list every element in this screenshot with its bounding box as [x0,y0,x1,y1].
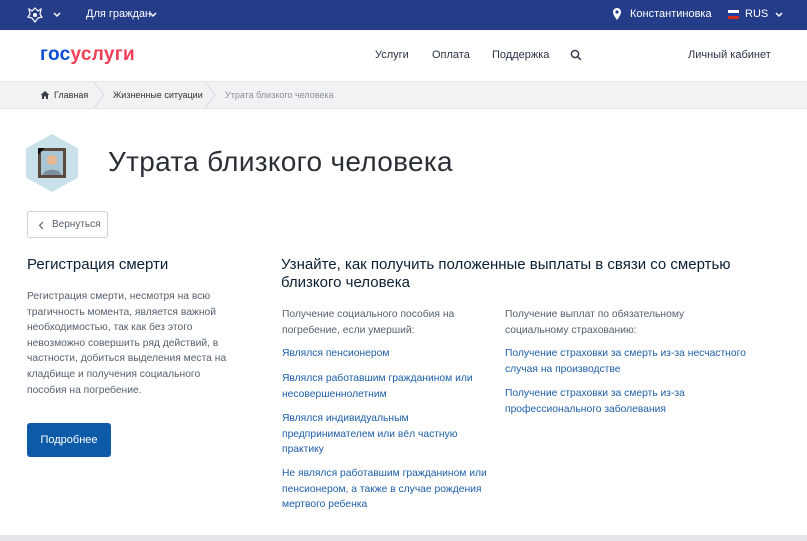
gosuslugi-logo[interactable]: госуслуги [40,44,135,66]
intro-line: погребение, если умерший: [282,324,415,336]
link-line: Являлся работавшим гражданином или [282,373,473,384]
breadcrumb-life-situations[interactable]: Жизненные ситуации [113,90,203,100]
link-line: профессионального заболевания [505,403,666,415]
chevron-down-icon[interactable] [52,10,62,20]
back-button-label: Вернуться [52,219,101,230]
link-line: Получение страховки за смерть из-за несч… [505,348,746,359]
breadcrumb-home[interactable]: Главная [54,90,88,100]
top-bar: Для граждан Константиновка RUS [0,0,807,30]
breadcrumb-separator [93,82,105,108]
intro-line: Получение социального пособия на [282,309,455,320]
link-line: случая на производстве [505,363,621,375]
link-line: Являлся пенсионером [282,348,390,359]
link-line: Не являлся работавшим гражданином или [282,468,487,479]
link-line: Являлся индивидуальным [282,413,409,424]
social-insurance-intro: Получение выплат по обязательному социал… [505,307,684,338]
link-line: мертвого ребенка [282,499,368,510]
link-occupational-disease-insurance[interactable]: Получение страховки за смерть из-за проф… [505,386,685,417]
link-non-working-stillborn[interactable]: Не являлся работавшим гражданином или пе… [282,466,487,513]
breadcrumb-separator [204,82,216,108]
nav-services[interactable]: Услуги [375,49,409,61]
death-registration-description: Регистрация смерти, несмотря на всю траг… [27,289,237,398]
link-line: пенсионером, а также в случае рождения [282,483,482,495]
location-pin-icon [613,8,621,20]
footer-strip [0,535,807,541]
payments-section-title: Узнайте, как получить положенные выплаты… [281,256,761,292]
nav-support[interactable]: Поддержка [492,49,549,61]
personal-cabinet-link[interactable]: Личный кабинет [688,49,771,61]
intro-line: социальному страхованию: [505,324,637,336]
title-line: близкого человека [281,274,410,291]
coat-of-arms-icon[interactable] [25,5,45,25]
logo-part-gos: гос [40,44,71,65]
russian-flag-icon [728,10,739,19]
city-selector[interactable]: Константиновка [630,8,712,20]
link-line: практику [282,444,324,455]
search-icon[interactable] [570,49,582,61]
breadcrumb-current: Утрата близкого человека [225,90,334,100]
link-workplace-accident-insurance[interactable]: Получение страховки за смерть из-за несч… [505,346,746,377]
language-selector[interactable]: RUS [745,8,768,20]
death-registration-title: Регистрация смерти [27,256,169,273]
description-line: частности, добиться выделения места на [27,353,227,365]
chevron-down-icon[interactable] [774,10,784,20]
breadcrumb: Главная Жизненные ситуации Утрата близко… [0,81,807,109]
link-pensioner[interactable]: Являлся пенсионером [282,346,389,362]
social-benefit-intro: Получение социального пособия на погребе… [282,307,454,338]
description-line: кладбище и получения социального [27,368,201,380]
back-button[interactable]: Вернуться [27,211,108,238]
link-line: предпринимателем или вёл частную [282,428,458,440]
title-line: Узнайте, как получить положенные выплаты… [281,256,731,273]
chevron-down-icon[interactable] [148,10,158,20]
description-line: невозможно совершить ряд действий, в [27,337,219,349]
link-working-citizen[interactable]: Являлся работавшим гражданином или несов… [282,371,473,402]
mourning-portrait-icon [26,134,78,192]
link-line: Получение страховки за смерть из-за [505,388,685,399]
intro-line: Получение выплат по обязательному [505,309,685,320]
nav-payment[interactable]: Оплата [432,49,470,61]
description-line: необходимостью, так как без этого [27,322,193,334]
link-line: несовершеннолетним [282,388,387,400]
logo-part-uslugi: услуги [70,44,135,65]
home-icon[interactable] [40,90,50,100]
description-line: пособия на погребение. [27,384,142,396]
chevron-left-icon [38,221,44,230]
for-citizens-menu[interactable]: Для граждан [86,8,151,20]
page-title: Утрата близкого человека [108,146,453,177]
description-line: Регистрация смерти, несмотря на всю [27,291,211,302]
link-entrepreneur[interactable]: Являлся индивидуальным предпринимателем … [282,411,458,458]
details-button[interactable]: Подробнее [27,423,111,457]
description-line: трагичность момента, является важной [27,306,216,318]
